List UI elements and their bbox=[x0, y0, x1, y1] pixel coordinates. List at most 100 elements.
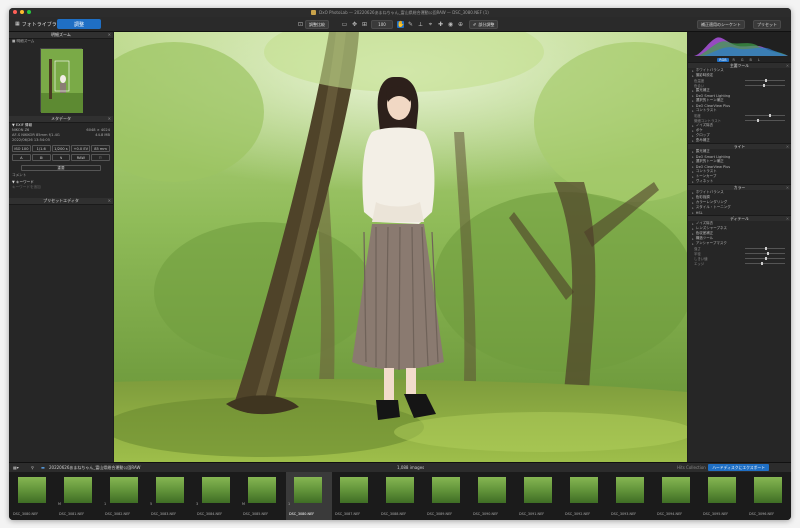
slider-track[interactable] bbox=[745, 257, 785, 260]
palette-item-label: DxO ClearView Plus bbox=[695, 164, 731, 169]
slider-knob[interactable] bbox=[769, 114, 771, 117]
thumbnail-flag: 1 bbox=[104, 502, 107, 506]
collection-label[interactable]: Hits Collection bbox=[677, 465, 706, 470]
slider-knob[interactable] bbox=[761, 262, 763, 265]
palette-header[interactable]: 主要ツール ✕ bbox=[688, 62, 791, 68]
close-icon[interactable]: ✕ bbox=[786, 63, 789, 68]
filmstrip-thumbnail[interactable]: 5 DSC_3083.NEF bbox=[148, 472, 194, 520]
slider-track[interactable] bbox=[745, 262, 785, 265]
filmstrip-thumbnail[interactable]: 3 DSC_3084.NEF bbox=[194, 472, 240, 520]
filter-icon[interactable]: ⚲ bbox=[31, 465, 34, 470]
chevron-right-icon: ▸ bbox=[692, 164, 694, 169]
filmstrip-thumbnail[interactable]: DSC_3096.NEF bbox=[746, 472, 791, 520]
palette-header[interactable]: カラー ✕ bbox=[688, 184, 791, 190]
thumbnail-image bbox=[340, 477, 368, 503]
thumbnail-image bbox=[64, 477, 92, 503]
export-button[interactable]: ハードディスクにエクスポート bbox=[708, 464, 769, 471]
histogram: RGB R G B L bbox=[688, 32, 791, 62]
filmstrip-thumbnail[interactable]: DSC_3093.NEF bbox=[608, 472, 654, 520]
slider-knob[interactable] bbox=[765, 247, 767, 250]
slider-track[interactable] bbox=[745, 84, 785, 87]
rating-dropdown[interactable]: 重要 bbox=[21, 165, 101, 171]
filmstrip-thumbnail[interactable]: DSC_3095.NEF bbox=[700, 472, 746, 520]
palette-title: ディテール bbox=[730, 215, 749, 221]
repair-icon[interactable]: ✚ bbox=[437, 21, 444, 28]
preset-sequence-button[interactable]: 補正適用のシーケント bbox=[697, 20, 745, 29]
white-balance-picker-icon[interactable]: ✎ bbox=[407, 21, 414, 28]
preset-editor-header[interactable]: プリセットエディタ ✕ bbox=[9, 198, 113, 205]
filmstrip-thumbnail[interactable]: DSC_3080.NEF bbox=[10, 472, 56, 520]
app-window: DxO PhotoLab — 20220626あまねちゃん_富山県総合運動公園R… bbox=[9, 8, 791, 520]
close-icon[interactable]: ✕ bbox=[108, 198, 111, 203]
fit-icon[interactable]: ⊞ bbox=[361, 21, 368, 28]
slider-track[interactable] bbox=[745, 247, 785, 250]
slider-knob[interactable] bbox=[763, 84, 765, 87]
local-adjustments-button[interactable]: ✐ 部分調整 bbox=[469, 20, 499, 29]
thumbnail-filename: DSC_3080.NEF bbox=[13, 512, 39, 516]
chevron-right-icon: ▸ bbox=[692, 179, 694, 184]
filmstrip-thumbnail[interactable]: DSC_3089.NEF bbox=[424, 472, 470, 520]
thumbnail-filename: DSC_3094.NEF bbox=[657, 512, 683, 516]
photo-viewer[interactable] bbox=[114, 32, 687, 462]
close-icon[interactable]: ✕ bbox=[786, 185, 789, 190]
slider-track[interactable] bbox=[745, 79, 785, 82]
slider-knob[interactable] bbox=[765, 257, 767, 260]
filmstrip-thumbnail[interactable]: 1 DSC_3082.NEF bbox=[102, 472, 148, 520]
chevron-right-icon: ▸ bbox=[692, 93, 694, 98]
zoom-level[interactable]: 100 bbox=[371, 20, 393, 29]
slider-row[interactable]: エッジ bbox=[688, 261, 791, 266]
palette-header[interactable]: ディテール ✕ bbox=[688, 215, 791, 221]
filmstrip-thumbnail[interactable]: M DSC_3081.NEF bbox=[56, 472, 102, 520]
filmstrip-thumbnail[interactable]: DSC_3091.NEF bbox=[516, 472, 562, 520]
brush-icon: ✐ bbox=[473, 22, 477, 27]
status-bar: ▦▾ ⚲ ▬ 20220626あまねちゃん_富山県総合運動公園RAW 1,088… bbox=[9, 462, 791, 472]
chevron-right-icon: ▸ bbox=[692, 103, 694, 108]
palette-item-label: 露光補正 bbox=[695, 149, 710, 153]
slider-track[interactable] bbox=[745, 119, 785, 122]
filmstrip-thumbnail[interactable]: DSC_3094.NEF bbox=[654, 472, 700, 520]
close-icon[interactable]: ✕ bbox=[786, 144, 789, 149]
folder-icon: ▬ bbox=[41, 465, 45, 470]
navigator-header[interactable]: 明細ズーム ✕ bbox=[9, 32, 113, 39]
close-icon[interactable]: ✕ bbox=[108, 32, 111, 37]
filmstrip-thumbnail[interactable]: DSC_3090.NEF bbox=[470, 472, 516, 520]
split-view-icon[interactable]: ▭ bbox=[341, 21, 348, 28]
presets-button[interactable]: プリセット bbox=[753, 20, 781, 29]
tab-customize[interactable]: 調整 bbox=[57, 19, 101, 29]
comment-row[interactable]: コメント bbox=[9, 173, 113, 178]
close-window-button[interactable] bbox=[13, 10, 17, 14]
filmstrip-thumbnail[interactable]: M DSC_3085.NEF bbox=[240, 472, 286, 520]
chevron-right-icon: ▸ bbox=[692, 108, 694, 113]
move-icon[interactable]: ✥ bbox=[351, 21, 358, 28]
loupe-icon[interactable]: ⊕ bbox=[457, 21, 464, 28]
slider-knob[interactable] bbox=[757, 119, 759, 122]
slider-knob[interactable] bbox=[765, 79, 767, 82]
filmstrip-thumbnail[interactable]: DSC_3087.NEF bbox=[332, 472, 378, 520]
chevron-right-icon: ▸ bbox=[692, 221, 694, 226]
hand-tool-icon[interactable]: ✋ bbox=[397, 21, 404, 28]
close-icon[interactable]: ✕ bbox=[108, 116, 111, 121]
red-eye-icon[interactable]: ◉ bbox=[447, 21, 454, 28]
crop-icon[interactable]: ⊡ bbox=[297, 21, 304, 28]
slider-track[interactable] bbox=[745, 114, 785, 117]
title-bar: DxO PhotoLab — 20220626あまねちゃん_富山県総合運動公園R… bbox=[9, 8, 791, 17]
slider-knob[interactable] bbox=[767, 252, 769, 255]
straighten-icon[interactable]: ⟂ bbox=[417, 21, 424, 28]
close-icon[interactable]: ✕ bbox=[786, 216, 789, 221]
filmstrip-thumbnail[interactable]: DSC_3092.NEF bbox=[562, 472, 608, 520]
minimize-window-button[interactable] bbox=[20, 10, 24, 14]
metadata-header[interactable]: メタデータ ✕ bbox=[9, 116, 113, 123]
palette-header[interactable]: ライト ✕ bbox=[688, 143, 791, 149]
keywords-input[interactable]: キーワードを追加 bbox=[9, 185, 113, 190]
filmstrip-thumbnail[interactable]: 1 DSC_3080.NEF bbox=[286, 472, 332, 520]
zoom-window-button[interactable] bbox=[27, 10, 31, 14]
chevron-right-icon: ▸ bbox=[692, 138, 694, 143]
navigator-thumbnail[interactable] bbox=[40, 48, 83, 113]
horizon-icon[interactable]: ⌖ bbox=[427, 21, 434, 28]
slider-track[interactable] bbox=[745, 252, 785, 255]
folder-path[interactable]: 20220626あまねちゃん_富山県総合運動公園RAW bbox=[49, 465, 140, 471]
filmstrip-thumbnail[interactable]: DSC_3088.NEF bbox=[378, 472, 424, 520]
view-mode-icon[interactable]: ▦▾ bbox=[13, 465, 19, 470]
exif-chip: RAW bbox=[71, 154, 91, 161]
compare-button[interactable]: 調整比較 bbox=[305, 20, 329, 29]
